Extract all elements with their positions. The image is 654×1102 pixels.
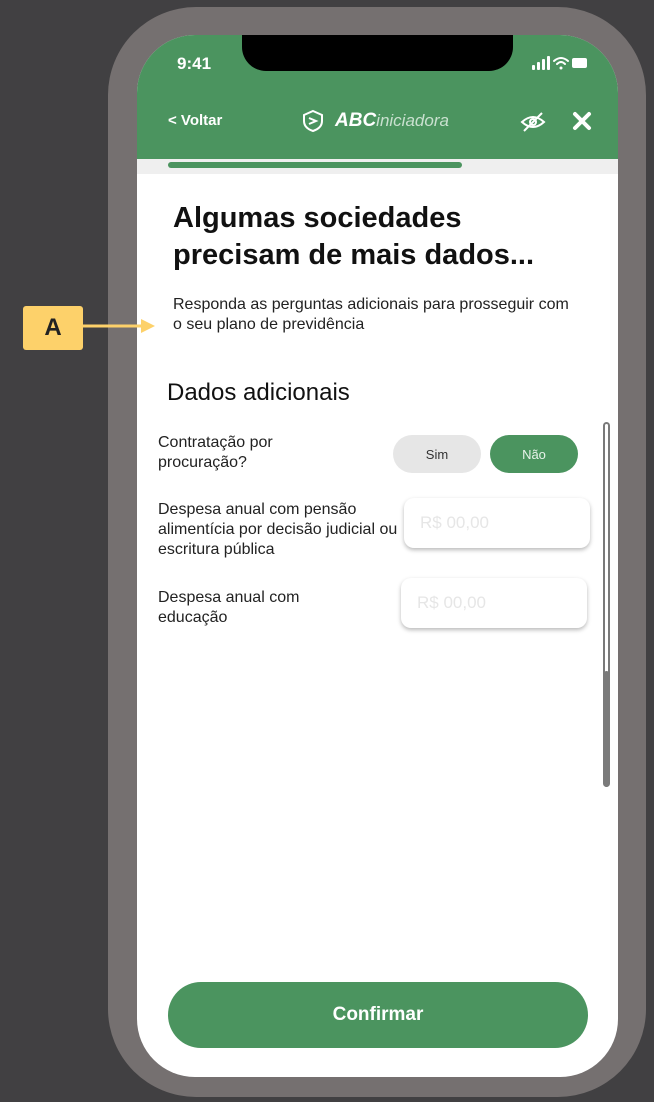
brand-name-light: iniciadora <box>376 111 449 130</box>
progress-fill <box>168 162 462 168</box>
wifi-icon <box>553 57 569 70</box>
brand-logo: ABC iniciadora <box>301 108 449 134</box>
field-label-procuracao: Contratação por procuração? <box>158 434 273 471</box>
toggle-nao-button[interactable]: Não <box>490 435 578 473</box>
progress-bar <box>137 159 618 174</box>
app-header: 9:41 < Voltar ABC iniciadora <box>137 35 618 159</box>
annotation-arrow-icon <box>83 319 155 333</box>
eye-off-icon[interactable] <box>520 111 546 133</box>
educacao-amount-input[interactable] <box>401 578 587 628</box>
phone-notch <box>242 35 513 71</box>
confirm-button[interactable]: Confirmar <box>168 982 588 1048</box>
close-icon[interactable] <box>572 111 592 131</box>
back-button[interactable]: < Voltar <box>168 112 222 129</box>
field-label-pensao: Despesa anual com pensão alimentícia por… <box>158 501 398 558</box>
page-title: Algumas sociedades precisam de mais dado… <box>173 202 535 271</box>
field-label-educacao: Despesa anual com educação <box>158 589 300 626</box>
pensao-amount-input[interactable] <box>404 498 590 548</box>
toggle-sim-button[interactable]: Sim <box>393 435 481 473</box>
brand-name-bold: ABC <box>335 110 377 131</box>
annotation-marker: A <box>23 306 83 350</box>
scrollbar-thumb[interactable] <box>604 671 609 787</box>
phone-screen: 9:41 < Voltar ABC iniciadora Algumas soc… <box>137 35 618 1077</box>
battery-icon <box>572 58 587 68</box>
status-icons <box>532 56 587 70</box>
section-title: Dados adicionais <box>167 379 350 406</box>
page-subtitle: Responda as perguntas adicionais para pr… <box>173 296 569 333</box>
shield-logo-icon <box>303 109 323 133</box>
signal-icon <box>532 56 550 70</box>
status-time: 9:41 <box>177 54 212 73</box>
